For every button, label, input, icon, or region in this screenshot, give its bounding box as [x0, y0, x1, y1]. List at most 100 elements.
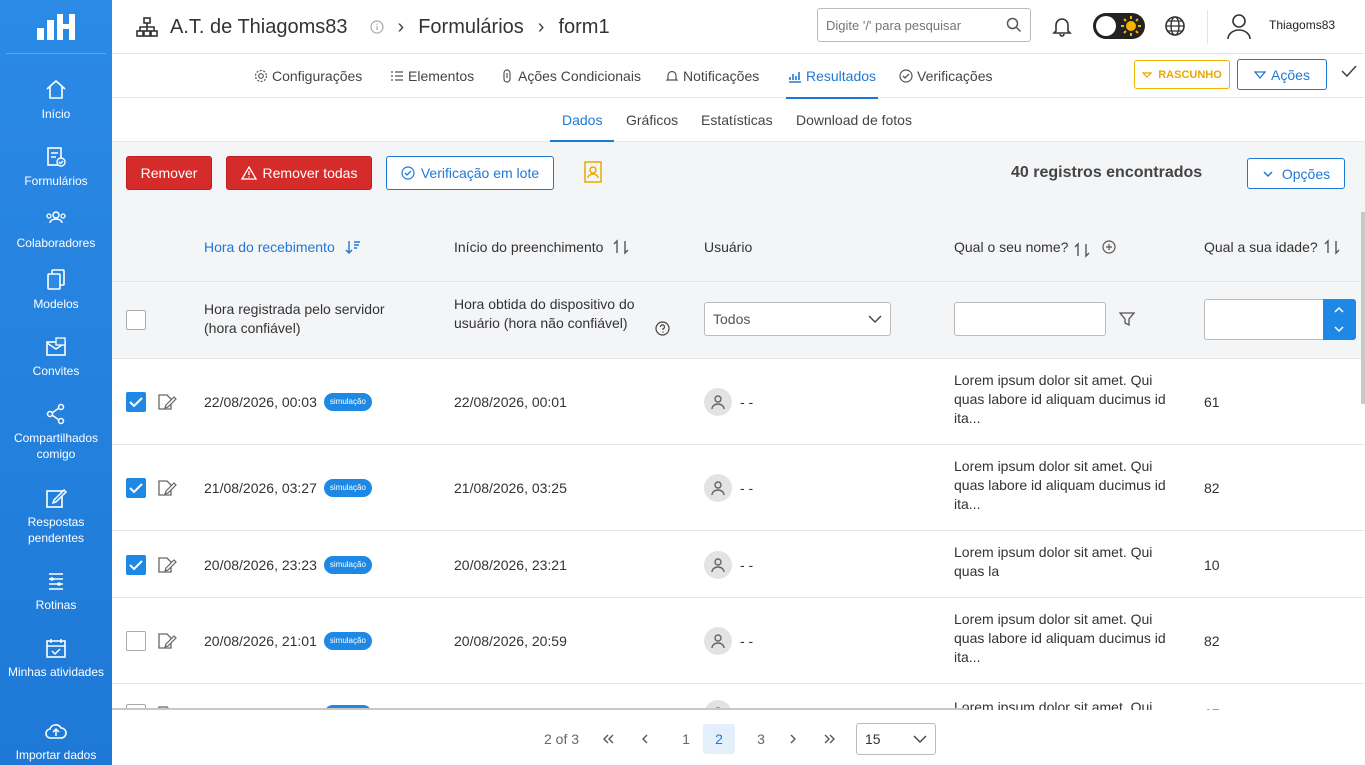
logo[interactable]	[6, 0, 106, 54]
row-checkbox[interactable]	[126, 478, 146, 498]
options-button[interactable]: Opções	[1247, 158, 1345, 189]
tab-configurations[interactable]: Configurações	[254, 54, 362, 98]
sidebar-item-routines[interactable]: Rotinas	[0, 569, 112, 613]
column-header-name[interactable]: Qual o seu nome?	[954, 212, 1117, 282]
actions-button[interactable]: Ações	[1237, 59, 1327, 90]
cell-received: 22/08/2026, 00:03 simulação	[204, 359, 372, 445]
sidebar-item-templates[interactable]: Modelos	[0, 268, 112, 312]
add-circle-icon[interactable]	[1102, 240, 1117, 254]
table-row[interactable]: 20/08/2026, 18:45simulação 20/08/2026, 18…	[112, 684, 1365, 710]
share-icon	[46, 403, 65, 425]
page-button-3[interactable]: 3	[751, 724, 771, 754]
sun-icon	[1121, 16, 1141, 36]
sort-icon[interactable]	[1074, 242, 1090, 258]
page-button-2[interactable]: 2	[703, 724, 735, 754]
edit-row-icon[interactable]	[157, 393, 177, 411]
user-filter-select[interactable]: Todos	[704, 302, 891, 336]
results-table: Hora do recebimento Início do preenchime…	[112, 212, 1365, 710]
help-icon[interactable]	[655, 321, 670, 336]
tab-verifications[interactable]: Verificações	[899, 54, 992, 98]
age-stepper[interactable]	[1323, 299, 1356, 340]
sidebar-item-forms[interactable]: Formulários	[0, 145, 112, 189]
received-note: Hora registrada pelo servidor (hora conf…	[204, 301, 385, 336]
contact-card-icon[interactable]	[583, 160, 603, 184]
result-subtabs: Dados Gráficos Estatísticas Download de …	[112, 98, 1365, 142]
search-input[interactable]	[826, 17, 1006, 33]
cell-user: - -	[704, 531, 753, 598]
breadcrumb-forms[interactable]: Formulários	[418, 16, 524, 39]
table-row[interactable]: 20/08/2026, 23:23 simulação 20/08/2026, 23…	[112, 531, 1365, 598]
sidebar-item-users[interactable]: Colaboradores	[0, 207, 112, 251]
batch-verify-button[interactable]: Verificação em lote	[386, 156, 554, 190]
chevron-down-icon	[1142, 71, 1153, 78]
column-header-started[interactable]: Início do preenchimento	[454, 212, 629, 282]
tab-notifications[interactable]: Notificações	[665, 54, 759, 98]
globe-icon[interactable]	[1164, 15, 1186, 37]
breadcrumb-org[interactable]: A.T. de Thiagoms83	[170, 16, 348, 39]
vertical-scrollbar[interactable]	[1361, 212, 1365, 404]
filter-icon[interactable]	[1119, 311, 1135, 327]
subtab-charts[interactable]: Gráficos	[626, 98, 678, 141]
cell-age: 10	[1204, 556, 1220, 573]
double-chevron-right-icon	[824, 734, 835, 744]
chevron-down-icon	[1263, 170, 1273, 177]
row-checkbox[interactable]	[126, 392, 146, 412]
sidebar-item-share[interactable]: Compartilhados comigo	[0, 402, 112, 462]
tab-elements[interactable]: Elementos	[390, 54, 474, 98]
chevron-up-icon[interactable]	[1333, 306, 1345, 314]
edit-row-icon[interactable]	[157, 556, 177, 574]
sidebar: Início Formulários Colaboradores Modelos Con…	[0, 0, 112, 765]
next-page-button[interactable]	[785, 724, 801, 754]
subtab-photo-download[interactable]: Download de fotos	[796, 98, 912, 141]
edit-row-icon[interactable]	[157, 479, 177, 497]
first-page-button[interactable]	[598, 724, 618, 754]
last-page-button[interactable]	[820, 724, 840, 754]
org-tree-icon	[136, 17, 158, 37]
search-icon[interactable]	[1006, 17, 1022, 33]
sidebar-item-invites[interactable]: Convites	[0, 335, 112, 379]
prev-page-button[interactable]	[637, 724, 653, 754]
draft-badge[interactable]: RASCUNHO	[1134, 60, 1230, 89]
column-header-received[interactable]: Hora do recebimento	[204, 212, 361, 282]
sidebar-item-home[interactable]: Início	[0, 78, 112, 122]
user-avatar-icon[interactable]	[1226, 12, 1252, 40]
username[interactable]: Thiagoms83	[1269, 18, 1335, 32]
info-icon[interactable]	[369, 20, 384, 34]
sort-icon[interactable]	[613, 239, 629, 255]
select-all-checkbox[interactable]	[126, 310, 146, 330]
sort-icon[interactable]	[1324, 239, 1340, 255]
tab-results[interactable]: Resultados	[786, 54, 879, 99]
sidebar-item-cloud-upload[interactable]: Importar dados	[0, 719, 112, 763]
age-filter-input[interactable]	[1204, 299, 1324, 340]
name-filter-input[interactable]	[954, 302, 1106, 336]
search-box[interactable]	[817, 8, 1031, 42]
sidebar-item-calendar-check[interactable]: Minhas atividades	[0, 636, 112, 680]
check-circle-icon	[401, 166, 415, 180]
routines-icon	[49, 573, 63, 590]
theme-toggle[interactable]	[1093, 13, 1145, 39]
breadcrumb-form[interactable]: form1	[558, 16, 609, 39]
check-icon[interactable]	[1341, 64, 1357, 78]
tab-conditional-actions[interactable]: Ações Condicionais	[500, 54, 641, 98]
logo-icon	[37, 13, 75, 40]
sort-desc-icon[interactable]	[345, 239, 361, 255]
chevron-down-icon[interactable]	[1333, 325, 1345, 333]
bell-icon[interactable]	[1051, 15, 1073, 37]
row-checkbox[interactable]	[126, 554, 146, 575]
subtab-stats[interactable]: Estatísticas	[701, 98, 773, 141]
page-button-1[interactable]: 1	[676, 724, 696, 754]
table-row[interactable]: 20/08/2026, 21:01 simulação 20/08/2026, 20…	[112, 598, 1365, 684]
subtab-data[interactable]: Dados	[549, 98, 616, 142]
page-size-select[interactable]: 15	[856, 723, 936, 755]
table-row[interactable]: 21/08/2026, 03:27 simulação 21/08/2026, 03…	[112, 445, 1365, 531]
table-row[interactable]: 22/08/2026, 00:03 simulação 22/08/2026, 00…	[112, 359, 1365, 445]
remove-all-button[interactable]: Remover todas	[226, 156, 372, 190]
pagination: 2 of 3 123 15	[112, 710, 1365, 765]
sidebar-item-edit[interactable]: Respostas pendentes	[0, 486, 112, 546]
edit-row-icon[interactable]	[157, 632, 177, 650]
column-header-age[interactable]: Qual a sua idade?	[1204, 212, 1340, 282]
row-checkbox[interactable]	[126, 631, 146, 651]
user-icon	[711, 557, 725, 572]
breadcrumb: A.T. de Thiagoms83 › Formulários › form1	[136, 0, 610, 54]
remove-button[interactable]: Remover	[126, 156, 212, 190]
